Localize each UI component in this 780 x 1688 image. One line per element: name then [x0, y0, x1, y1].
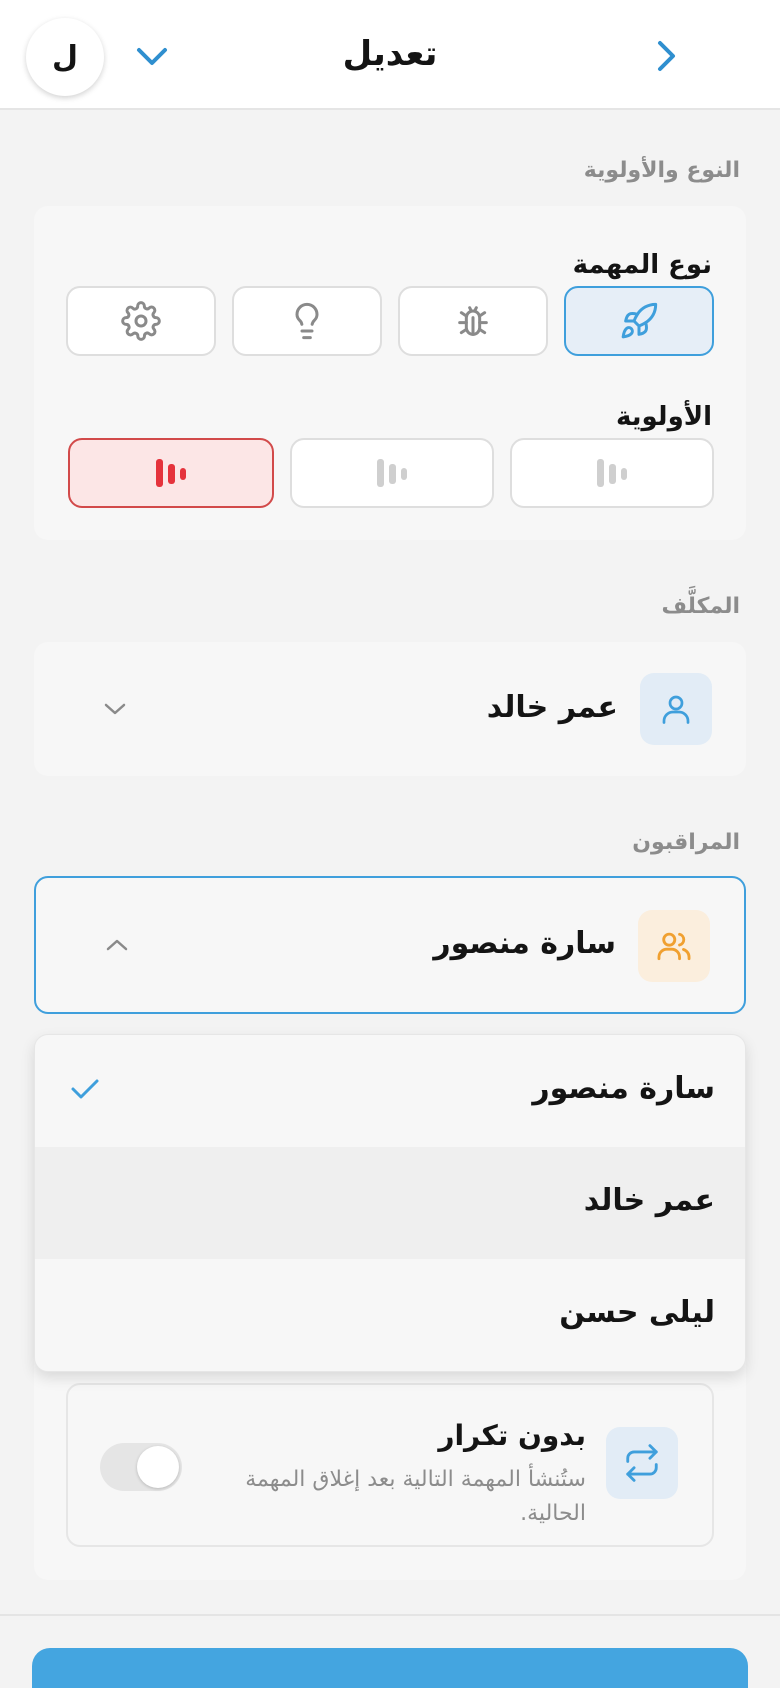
- type-priority-section-label: النوع والأولوية: [583, 158, 740, 183]
- priority-label: الأولوية: [615, 402, 712, 432]
- top-bar: تعديل ل: [0, 0, 780, 110]
- assignee-value: عمر خالد: [486, 690, 618, 725]
- task-type-label: نوع المهمة: [572, 250, 712, 280]
- priority-medium-icon: [377, 459, 407, 487]
- gear-icon: [121, 301, 161, 341]
- watchers-value: سارة منصور: [433, 926, 616, 961]
- chevron-down-icon: [137, 48, 167, 65]
- priority-high-icon: [156, 459, 186, 487]
- watchers-selector[interactable]: سارة منصور: [34, 876, 746, 1014]
- assignee-selector[interactable]: عمر خالد: [34, 642, 746, 776]
- repeat-title: بدون تكرار: [438, 1419, 586, 1452]
- repeat-icon-box: [606, 1427, 678, 1499]
- priority-low-icon: [597, 459, 627, 487]
- chevron-up-icon: [106, 939, 128, 951]
- watcher-option[interactable]: ليلى حسن: [35, 1259, 745, 1371]
- page-title: تعديل: [342, 34, 438, 74]
- task-type-feature[interactable]: [564, 286, 714, 356]
- watchers-dropdown-toggle[interactable]: [100, 928, 134, 962]
- type-priority-card: نوع المهمة الأولوية: [34, 206, 746, 540]
- chevron-down-icon: [104, 703, 126, 715]
- user-icon: [662, 695, 690, 724]
- watchers-icon-box: [638, 910, 710, 982]
- check-icon-wrap: [67, 1071, 103, 1107]
- task-type-settings[interactable]: [66, 286, 216, 356]
- bug-icon: [458, 306, 488, 336]
- watcher-option-label: ليلى حسن: [559, 1295, 715, 1330]
- repeat-toggle[interactable]: [100, 1443, 182, 1491]
- repeat-icon: [626, 1444, 658, 1482]
- check-icon: [71, 1079, 99, 1099]
- assignee-icon-box: [640, 673, 712, 745]
- users-icon: [657, 932, 691, 961]
- repeat-description: ستُنشأ المهمة التالية بعد إغلاق المهمة ا…: [245, 1467, 586, 1526]
- avatar[interactable]: ل: [26, 18, 104, 96]
- save-button[interactable]: [32, 1648, 748, 1688]
- task-type-idea[interactable]: [232, 286, 382, 356]
- assignee-dropdown-toggle[interactable]: [98, 692, 132, 726]
- task-type-bug[interactable]: [398, 286, 548, 356]
- edit-task-screen: تعديل ل النوع والأولوية نوع المهمة الأول…: [0, 0, 780, 1688]
- watcher-option-label: سارة منصور: [532, 1071, 715, 1106]
- watcher-option[interactable]: عمر خالد: [35, 1147, 745, 1259]
- priority-high[interactable]: [68, 438, 274, 508]
- lightbulb-icon: [295, 302, 319, 340]
- rocket-icon: [621, 302, 658, 339]
- footer-divider: [0, 1614, 780, 1616]
- watcher-option[interactable]: سارة منصور: [35, 1035, 745, 1147]
- repeat-setting: بدون تكرار ستُنشأ المهمة التالية بعد إغل…: [66, 1383, 714, 1547]
- watchers-section-label: المراقبون: [632, 830, 740, 855]
- watchers-dropdown-menu: سارة منصور عمر خالد ليلى حسن: [34, 1034, 746, 1372]
- collapse-button[interactable]: [128, 34, 176, 78]
- watcher-option-label: عمر خالد: [583, 1183, 715, 1218]
- priority-low[interactable]: [510, 438, 714, 508]
- toggle-knob: [137, 1446, 179, 1488]
- assignee-section-label: المكلَّف: [661, 594, 740, 619]
- priority-medium[interactable]: [290, 438, 494, 508]
